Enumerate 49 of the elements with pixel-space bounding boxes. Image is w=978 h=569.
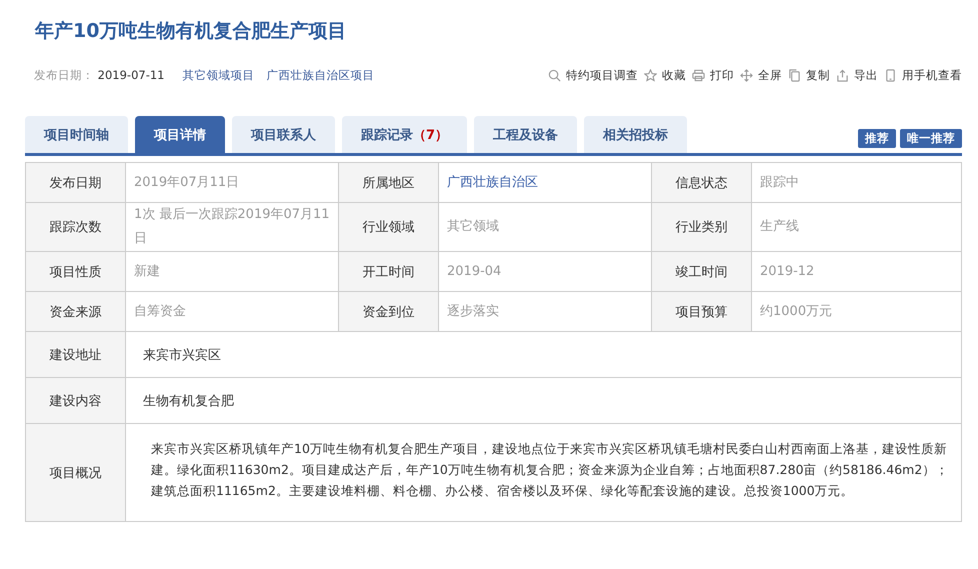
category-link[interactable]: 广西壮族自治区项目	[266, 68, 374, 82]
field-label: 建设内容	[26, 378, 126, 424]
page-title: 年产10万吨生物有机复合肥生产项目	[34, 19, 348, 44]
tab[interactable]: 相关招投标	[584, 116, 688, 153]
tab[interactable]: 跟踪记录（7）	[342, 116, 468, 153]
field-label: 发布日期	[26, 163, 126, 203]
copy-icon	[788, 68, 801, 82]
tab[interactable]: 项目时间轴	[25, 116, 128, 153]
field-label: 跟踪次数	[26, 203, 126, 252]
field-label: 资金到位	[339, 292, 439, 332]
overview-paragraph: 来宾市兴宾区桥巩镇年产10万吨生物有机复合肥生产项目，建设地点位于来宾市兴宾区桥巩镇毛塘村民委白山村西南面上洛基，建设性质新建。绿化面积11630m2。项目建成达产后，年产10万吨生物有机复合肥；资金来源为企业自筹；占地面积87.280亩（约58186.46m2）；建筑总面积11165m2。主要建设堆料棚、料仓棚、办公楼、宿舍楼以及环保、绿化等配套设施的建设。总投资1000万元。	[126, 424, 962, 522]
field-label: 资金来源	[26, 292, 126, 332]
field-value: 约1000万元	[752, 292, 962, 332]
field-value: 生产线	[752, 203, 962, 252]
field-label: 项目概况	[26, 424, 126, 522]
search-icon	[548, 68, 561, 82]
field-label: 项目预算	[652, 292, 752, 332]
category-link[interactable]: 其它领域项目	[182, 68, 254, 82]
phone-icon	[884, 68, 897, 82]
toolbar-action[interactable]: 导出	[836, 68, 878, 82]
field-value: 生物有机复合肥	[126, 378, 962, 424]
recommend-button[interactable]: 推荐	[858, 129, 896, 148]
field-label: 建设地址	[26, 332, 126, 378]
date-label: 发布日期：	[34, 68, 94, 82]
printer-icon	[692, 68, 705, 82]
field-value: 来宾市兴宾区	[126, 332, 962, 378]
toolbar-action[interactable]: 特约项目调查	[548, 68, 638, 82]
tab[interactable]: 工程及设备	[474, 116, 578, 153]
field-label: 项目性质	[26, 252, 126, 292]
field-label: 竣工时间	[652, 252, 752, 292]
field-value: 跟踪中	[752, 163, 962, 203]
field-label: 信息状态	[652, 163, 752, 203]
recommend-button[interactable]: 唯一推荐	[900, 129, 962, 148]
move-arrows-icon	[740, 68, 753, 82]
star-icon	[644, 68, 657, 82]
toolbar-action[interactable]: 全屏	[740, 68, 782, 82]
field-label: 行业领域	[339, 203, 439, 252]
field-value: 2019-12	[752, 252, 962, 292]
date-value: 2019-07-11	[98, 68, 164, 82]
toolbar-action[interactable]: 收藏	[644, 68, 686, 82]
field-label: 所属地区	[339, 163, 439, 203]
field-label: 开工时间	[339, 252, 439, 292]
toolbar-action[interactable]: 打印	[692, 68, 734, 82]
tab[interactable]: 项目详情	[135, 116, 225, 153]
field-label: 行业类别	[652, 203, 752, 252]
toolbar-action[interactable]: 用手机查看	[884, 68, 962, 82]
tab[interactable]: 项目联系人	[232, 116, 335, 153]
export-icon	[836, 68, 849, 82]
toolbar-action[interactable]: 复制	[788, 68, 830, 82]
